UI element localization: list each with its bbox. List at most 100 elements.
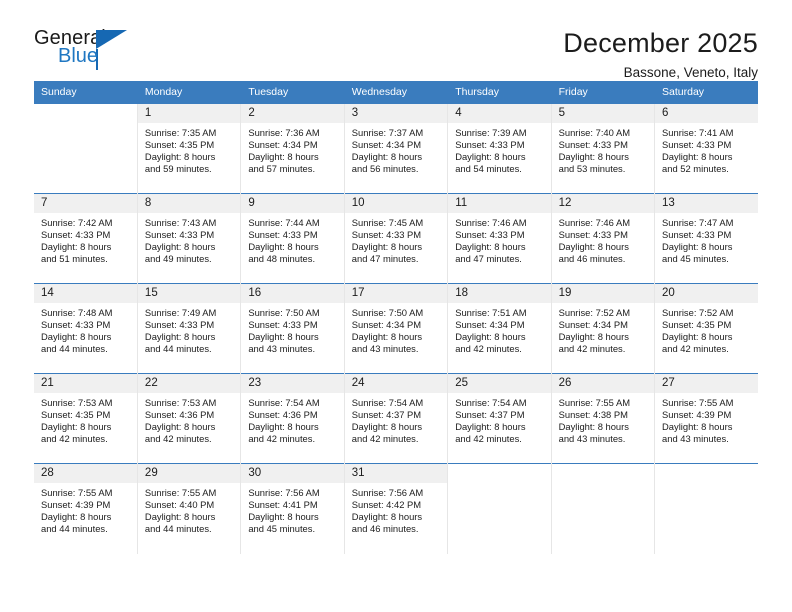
daylight-text-line1: Daylight: 8 hours xyxy=(41,420,112,432)
calendar-day-cell[interactable]: 17 Sunrise: 7:50 AM Sunset: 4:34 PM Dayligh… xyxy=(344,283,449,374)
calendar-day-cell[interactable]: 21 Sunrise: 7:53 AM Sunset: 4:35 PM Dayligh… xyxy=(34,373,138,464)
daylight-text-line1: Daylight: 8 hours xyxy=(351,240,423,252)
calendar-day-cell[interactable]: 27 Sunrise: 7:55 AM Sunset: 4:39 PM Dayligh… xyxy=(654,373,758,464)
daylight-text-line2: and 56 minutes. xyxy=(351,162,419,174)
day-number: 31 xyxy=(344,464,448,483)
calendar-day-cell[interactable]: 28 Sunrise: 7:55 AM Sunset: 4:39 PM Dayligh… xyxy=(34,463,138,554)
daylight-text-line2: and 42 minutes. xyxy=(662,342,729,354)
calendar-day-cell[interactable]: 25 Sunrise: 7:54 AM Sunset: 4:37 PM Dayligh… xyxy=(447,373,552,464)
calendar-day-cell[interactable]: 9 Sunrise: 7:44 AM Sunset: 4:33 PM Daylight… xyxy=(240,193,345,284)
sunrise-text: Sunrise: 7:49 AM xyxy=(144,307,217,318)
day-number: 18 xyxy=(448,284,551,303)
daylight-text-line2: and 44 minutes. xyxy=(144,342,212,354)
page-header: General Blue December 2025 Bassone, Vene… xyxy=(34,0,758,80)
calendar-day-cell[interactable]: 12 Sunrise: 7:46 AM Sunset: 4:33 PM Dayligh… xyxy=(551,193,656,284)
calendar-day-cell[interactable]: 8 Sunrise: 7:43 AM Sunset: 4:33 PM Daylight… xyxy=(137,193,242,284)
daylight-text-line2: and 49 minutes. xyxy=(144,252,212,264)
day-info: Sunrise: 7:39 AM Sunset: 4:33 PM Daylight:… xyxy=(448,123,550,175)
calendar-day-cell[interactable]: 30 Sunrise: 7:56 AM Sunset: 4:41 PM Dayligh… xyxy=(240,463,345,554)
calendar-day-cell[interactable]: 3 Sunrise: 7:37 AM Sunset: 4:34 PM Daylight… xyxy=(344,103,449,194)
sunset-text: Sunset: 4:33 PM xyxy=(248,318,318,330)
sunset-text: Sunset: 4:33 PM xyxy=(662,228,732,240)
calendar-day-cell[interactable]: 19 Sunrise: 7:52 AM Sunset: 4:34 PM Dayligh… xyxy=(551,283,656,374)
daylight-text-line2: and 44 minutes. xyxy=(144,522,212,534)
calendar-day-cell[interactable]: 10 Sunrise: 7:45 AM Sunset: 4:33 PM Dayligh… xyxy=(344,193,449,284)
calendar-day-cell[interactable]: 29 Sunrise: 7:55 AM Sunset: 4:40 PM Dayligh… xyxy=(137,463,242,554)
day-info: Sunrise: 7:55 AM Sunset: 4:39 PM Daylight:… xyxy=(655,393,758,445)
day-number xyxy=(551,464,655,483)
daylight-text-line1: Daylight: 8 hours xyxy=(455,330,526,342)
daylight-text-line1: Daylight: 8 hours xyxy=(455,150,526,162)
day-number: 7 xyxy=(34,194,137,213)
daylight-text-line2: and 52 minutes. xyxy=(662,162,729,174)
calendar-day-cell-empty xyxy=(551,463,656,554)
calendar-week-row: 21 Sunrise: 7:53 AM Sunset: 4:35 PM Dayligh… xyxy=(34,373,758,464)
day-info: Sunrise: 7:56 AM Sunset: 4:41 PM Daylight:… xyxy=(241,483,343,535)
sunrise-sunset-calendar: Sunday Monday Tuesday Wednesday Thursday… xyxy=(34,81,758,554)
daylight-text-line1: Daylight: 8 hours xyxy=(144,240,216,252)
day-number: 1 xyxy=(137,104,241,123)
daylight-text-line2: and 46 minutes. xyxy=(351,522,419,534)
calendar-day-cell[interactable]: 2 Sunrise: 7:36 AM Sunset: 4:34 PM Daylight… xyxy=(240,103,345,194)
sunrise-text: Sunrise: 7:46 AM xyxy=(455,217,527,228)
daylight-text-line2: and 45 minutes. xyxy=(248,522,316,534)
day-info: Sunrise: 7:40 AM Sunset: 4:33 PM Daylight:… xyxy=(552,123,654,175)
day-number: 15 xyxy=(137,284,241,303)
calendar-day-cell[interactable]: 24 Sunrise: 7:54 AM Sunset: 4:37 PM Dayligh… xyxy=(344,373,449,464)
calendar-day-cell[interactable]: 1 Sunrise: 7:35 AM Sunset: 4:35 PM Daylight… xyxy=(137,103,242,194)
calendar-day-cell[interactable]: 16 Sunrise: 7:50 AM Sunset: 4:33 PM Dayligh… xyxy=(240,283,345,374)
sunset-text: Sunset: 4:34 PM xyxy=(558,318,628,330)
daylight-text-line1: Daylight: 8 hours xyxy=(662,330,733,342)
sunset-text: Sunset: 4:42 PM xyxy=(351,498,422,510)
sunset-text: Sunset: 4:33 PM xyxy=(455,228,525,240)
day-number xyxy=(655,464,758,483)
daylight-text-line1: Daylight: 8 hours xyxy=(558,330,629,342)
calendar-day-cell[interactable]: 22 Sunrise: 7:53 AM Sunset: 4:36 PM Dayligh… xyxy=(137,373,242,464)
day-number: 29 xyxy=(137,464,241,483)
sunset-text: Sunset: 4:34 PM xyxy=(455,318,525,330)
calendar-day-cell[interactable]: 15 Sunrise: 7:49 AM Sunset: 4:33 PM Dayligh… xyxy=(137,283,242,374)
daylight-text-line2: and 42 minutes. xyxy=(41,432,108,444)
sunset-text: Sunset: 4:33 PM xyxy=(662,138,732,150)
title-block: December 2025 Bassone, Veneto, Italy xyxy=(563,28,758,83)
day-number: 30 xyxy=(241,464,344,483)
calendar-day-cell[interactable]: 26 Sunrise: 7:55 AM Sunset: 4:38 PM Dayligh… xyxy=(551,373,656,464)
sunset-text: Sunset: 4:39 PM xyxy=(41,498,111,510)
day-info: Sunrise: 7:42 AM Sunset: 4:33 PM Daylight:… xyxy=(34,213,137,265)
calendar-day-cell[interactable]: 20 Sunrise: 7:52 AM Sunset: 4:35 PM Dayligh… xyxy=(654,283,758,374)
daylight-text-line2: and 47 minutes. xyxy=(455,252,522,264)
daylight-text-line2: and 42 minutes. xyxy=(351,432,419,444)
calendar-day-cell[interactable]: 18 Sunrise: 7:51 AM Sunset: 4:34 PM Dayligh… xyxy=(447,283,552,374)
sunset-text: Sunset: 4:33 PM xyxy=(558,228,628,240)
daylight-text-line2: and 53 minutes. xyxy=(558,162,626,174)
sunrise-text: Sunrise: 7:53 AM xyxy=(144,397,217,408)
daylight-text-line2: and 59 minutes. xyxy=(144,162,212,174)
daylight-text-line1: Daylight: 8 hours xyxy=(41,240,112,252)
day-info: Sunrise: 7:47 AM Sunset: 4:33 PM Daylight:… xyxy=(655,213,758,265)
day-number xyxy=(448,464,551,483)
calendar-day-cell[interactable]: 31 Sunrise: 7:56 AM Sunset: 4:42 PM Dayligh… xyxy=(344,463,449,554)
calendar-day-cell[interactable]: 23 Sunrise: 7:54 AM Sunset: 4:36 PM Dayligh… xyxy=(240,373,345,464)
calendar-day-cell[interactable]: 13 Sunrise: 7:47 AM Sunset: 4:33 PM Dayligh… xyxy=(654,193,758,284)
calendar-day-cell[interactable]: 11 Sunrise: 7:46 AM Sunset: 4:33 PM Dayligh… xyxy=(447,193,552,284)
sunset-text: Sunset: 4:33 PM xyxy=(455,138,525,150)
generalblue-logo[interactable]: General Blue xyxy=(34,28,144,74)
calendar-day-cell[interactable]: 4 Sunrise: 7:39 AM Sunset: 4:33 PM Daylight… xyxy=(447,103,552,194)
calendar-day-cell[interactable]: 7 Sunrise: 7:42 AM Sunset: 4:33 PM Daylight… xyxy=(34,193,138,284)
calendar-day-cell[interactable]: 14 Sunrise: 7:48 AM Sunset: 4:33 PM Dayligh… xyxy=(34,283,138,374)
day-info: Sunrise: 7:56 AM Sunset: 4:42 PM Daylight:… xyxy=(345,483,447,535)
calendar-day-cell-empty xyxy=(34,103,138,194)
sunset-text: Sunset: 4:33 PM xyxy=(351,228,422,240)
weekday-header-row: Sunday Monday Tuesday Wednesday Thursday… xyxy=(34,81,758,104)
daylight-text-line1: Daylight: 8 hours xyxy=(351,150,423,162)
sunset-text: Sunset: 4:33 PM xyxy=(248,228,318,240)
daylight-text-line1: Daylight: 8 hours xyxy=(558,240,629,252)
calendar-day-cell[interactable]: 5 Sunrise: 7:40 AM Sunset: 4:33 PM Daylight… xyxy=(551,103,656,194)
day-info: Sunrise: 7:55 AM Sunset: 4:40 PM Daylight:… xyxy=(138,483,240,535)
daylight-text-line1: Daylight: 8 hours xyxy=(455,420,526,432)
calendar-day-cell[interactable]: 6 Sunrise: 7:41 AM Sunset: 4:33 PM Daylight… xyxy=(654,103,758,194)
day-number: 3 xyxy=(344,104,448,123)
weekday-header-thursday: Thursday xyxy=(447,81,552,104)
day-number: 13 xyxy=(655,194,758,213)
day-info: Sunrise: 7:45 AM Sunset: 4:33 PM Daylight:… xyxy=(345,213,447,265)
